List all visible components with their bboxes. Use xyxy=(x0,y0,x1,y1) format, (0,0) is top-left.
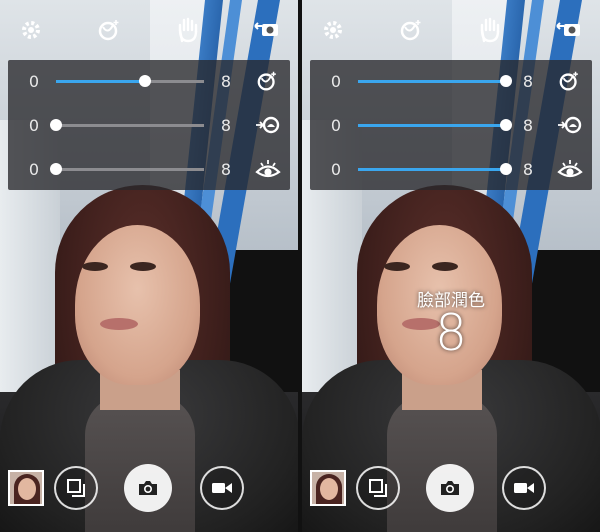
thumbnail-face xyxy=(18,478,36,500)
gallery-thumbnail[interactable] xyxy=(8,470,44,506)
video-button[interactable] xyxy=(502,466,546,510)
slider-row-skin-smooth: 0 8 xyxy=(310,110,592,140)
slider-fill xyxy=(56,79,145,83)
person-eye xyxy=(82,262,108,271)
person-lips xyxy=(100,318,138,330)
slider-row-face-retouch: 0 8 xyxy=(310,66,592,96)
slider-row-eye-enlarge: 0 8 xyxy=(8,154,290,184)
face-retouch-icon xyxy=(556,67,584,95)
effect-value-overlay: 8 xyxy=(435,304,467,362)
person-face xyxy=(75,225,200,385)
slider-thumb[interactable] xyxy=(500,162,512,175)
slider-min-label: 0 xyxy=(28,159,40,179)
slider-row-face-retouch: 0 8 xyxy=(8,66,290,96)
slider-thumb[interactable] xyxy=(500,74,512,87)
slider-thumb[interactable] xyxy=(500,118,512,131)
slider-thumb[interactable] xyxy=(50,118,62,131)
person-eye xyxy=(384,262,410,271)
bottom-toolbar xyxy=(302,464,600,512)
slider-max-label: 8 xyxy=(220,71,232,91)
camera-screen-left: 0 8 0 8 0 8 xyxy=(0,0,298,532)
video-icon xyxy=(513,481,535,495)
slider-min-label: 0 xyxy=(330,71,342,91)
slider-max-label: 8 xyxy=(522,71,534,91)
switch-camera-icon[interactable] xyxy=(554,15,584,45)
slider-fill xyxy=(358,167,506,171)
top-toolbar xyxy=(302,12,600,48)
slider-min-label: 0 xyxy=(330,115,342,135)
slider-row-eye-enlarge: 0 8 xyxy=(310,154,592,184)
face-retouch-slider[interactable] xyxy=(358,74,512,87)
eye-enlarge-slider[interactable] xyxy=(358,162,512,175)
camera-screen-right: 0 8 0 8 0 8 臉部潤色 8 xyxy=(302,0,600,532)
person-eye xyxy=(130,262,156,271)
eye-enlarge-slider[interactable] xyxy=(50,162,204,175)
slider-min-label: 0 xyxy=(28,71,40,91)
slider-thumb[interactable] xyxy=(138,74,151,87)
slider-fill xyxy=(358,79,506,83)
slider-thumb[interactable] xyxy=(50,162,62,175)
gallery-icon xyxy=(66,478,86,498)
person-eye xyxy=(432,262,458,271)
top-toolbar xyxy=(0,12,298,48)
camera-shutter-icon xyxy=(137,479,159,497)
video-icon xyxy=(211,481,233,495)
slider-min-label: 0 xyxy=(330,159,342,179)
shutter-button[interactable] xyxy=(124,464,172,512)
beauty-slider-panel: 0 8 0 8 0 8 xyxy=(310,60,592,190)
face-beautify-icon[interactable] xyxy=(397,15,427,45)
skin-smooth-slider[interactable] xyxy=(50,118,204,131)
skin-smooth-icon xyxy=(254,111,282,139)
slider-fill xyxy=(358,123,506,127)
bottom-toolbar xyxy=(0,464,298,512)
eye-enlarge-icon xyxy=(556,155,584,183)
gallery-thumbnail[interactable] xyxy=(310,470,346,506)
hand-gesture-icon[interactable] xyxy=(475,15,505,45)
hand-gesture-icon[interactable] xyxy=(173,15,203,45)
slider-max-label: 8 xyxy=(522,115,534,135)
switch-camera-icon[interactable] xyxy=(252,15,282,45)
camera-shutter-icon xyxy=(439,479,461,497)
slider-max-label: 8 xyxy=(522,159,534,179)
gallery-icon xyxy=(368,478,388,498)
slider-min-label: 0 xyxy=(28,115,40,135)
skin-smooth-icon xyxy=(556,111,584,139)
video-button[interactable] xyxy=(200,466,244,510)
gallery-button[interactable] xyxy=(54,466,98,510)
thumbnail-face xyxy=(320,478,338,500)
eye-enlarge-icon xyxy=(254,155,282,183)
skin-smooth-slider[interactable] xyxy=(358,118,512,131)
gear-icon[interactable] xyxy=(318,15,348,45)
slider-row-skin-smooth: 0 8 xyxy=(8,110,290,140)
shutter-button[interactable] xyxy=(426,464,474,512)
slider-max-label: 8 xyxy=(220,159,232,179)
face-retouch-icon xyxy=(254,67,282,95)
face-beautify-icon[interactable] xyxy=(95,15,125,45)
gear-icon[interactable] xyxy=(16,15,46,45)
slider-max-label: 8 xyxy=(220,115,232,135)
face-retouch-slider[interactable] xyxy=(56,74,204,87)
gallery-button[interactable] xyxy=(356,466,400,510)
beauty-slider-panel: 0 8 0 8 0 8 xyxy=(8,60,290,190)
